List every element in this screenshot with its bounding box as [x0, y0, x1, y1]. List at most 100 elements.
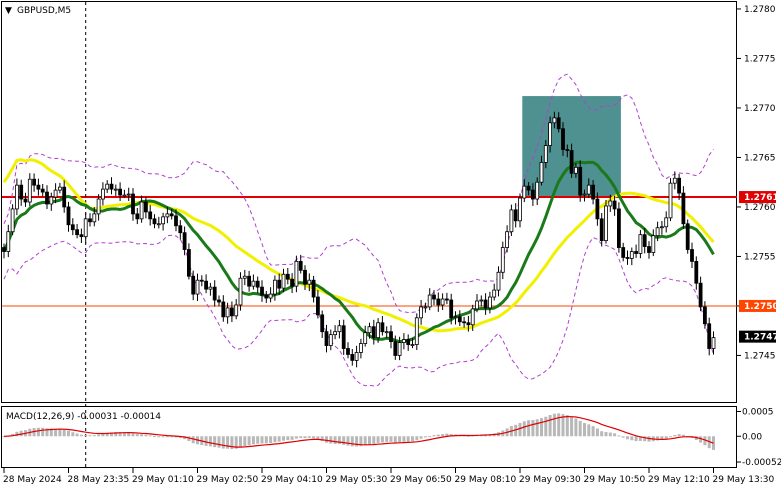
- candle-body: [401, 339, 406, 343]
- candlestick: [255, 276, 260, 294]
- candle-body: [625, 257, 630, 259]
- macd-histogram-bar: [273, 436, 277, 443]
- macd-histogram-bar: [522, 421, 526, 437]
- candlestick: [113, 184, 118, 197]
- candlestick: [346, 342, 350, 359]
- macd-histogram-bar: [548, 415, 552, 437]
- candle-body: [449, 299, 454, 319]
- macd-histogram-bar: [294, 436, 298, 439]
- candle-body: [135, 213, 140, 220]
- candle-body: [88, 218, 92, 223]
- candlestick: [333, 325, 338, 340]
- macd-histogram-bar: [441, 434, 445, 437]
- candle-body: [432, 294, 436, 300]
- candlestick: [444, 292, 449, 305]
- macd-histogram-bar: [247, 436, 251, 446]
- candle-body: [152, 218, 157, 225]
- candlestick: [337, 319, 342, 339]
- candlestick: [62, 180, 67, 213]
- chart-canvas[interactable]: 0.0005 0.00 -0.00052 1.2780 1.2775 1.2770 1.2…: [0, 0, 781, 489]
- candle-body: [617, 208, 621, 248]
- candlestick: [45, 185, 49, 210]
- macd-histogram-bar: [608, 432, 612, 437]
- macd-histogram-bar: [681, 434, 685, 437]
- candle-body: [668, 182, 673, 219]
- candle-body: [298, 260, 303, 271]
- time-axis-label: 29 May 02:50: [197, 475, 259, 485]
- candlestick: [698, 276, 703, 312]
- candle-body: [406, 339, 411, 345]
- candle-body: [384, 331, 389, 334]
- macd-histogram-bar: [419, 436, 423, 439]
- candle-body: [350, 354, 355, 361]
- candlestick: [505, 225, 510, 253]
- candle-body: [186, 249, 191, 277]
- candle-body: [229, 307, 234, 317]
- macd-histogram-bar: [157, 436, 161, 438]
- symbol-title[interactable]: ▼ GBPUSD,M5: [5, 6, 71, 16]
- candle-body: [414, 317, 419, 345]
- macd-histogram-bar: [669, 436, 672, 438]
- macd-histogram-bar: [312, 436, 316, 439]
- macd-histogram-bar: [84, 434, 88, 437]
- macd-histogram-bar: [350, 436, 354, 447]
- macd-histogram-bar: [226, 436, 230, 449]
- candle-body: [376, 322, 381, 339]
- candle-body: [578, 166, 583, 196]
- candlestick: [212, 280, 217, 307]
- candlestick: [178, 220, 183, 240]
- candlestick: [247, 270, 252, 292]
- macd-histogram-bar: [282, 436, 285, 441]
- candlestick: [401, 333, 406, 350]
- macd-histogram-bar: [88, 435, 92, 437]
- horizontal-levels-layer: [2, 196, 737, 307]
- candlestick: [621, 242, 626, 262]
- macd-histogram-bar: [239, 436, 242, 448]
- macd-histogram-bar: [62, 429, 66, 437]
- symbol-menu-icon[interactable]: ▼: [5, 6, 12, 16]
- candle-body: [698, 282, 703, 308]
- candle-body: [556, 117, 561, 130]
- candlestick: [509, 204, 514, 237]
- candle-body: [604, 205, 608, 242]
- candle-body: [591, 184, 595, 200]
- candle-body: [178, 225, 183, 234]
- candlestick: [453, 311, 458, 325]
- macd-histogram-bar: [535, 419, 539, 437]
- macd-histogram-bar: [67, 430, 70, 437]
- candle-body: [500, 247, 505, 273]
- candle-body: [251, 280, 256, 287]
- macd-histogram-bar: [264, 436, 268, 444]
- candlestick: [647, 241, 651, 259]
- candlestick: [40, 183, 45, 197]
- candle-body: [70, 224, 75, 231]
- candle-body: [212, 286, 217, 301]
- candle-body: [83, 218, 88, 238]
- macd-histogram-bar: [565, 415, 569, 437]
- candle-body: [225, 307, 230, 318]
- candle-body: [195, 279, 200, 295]
- candlestick: [290, 273, 295, 294]
- candle-body: [664, 217, 669, 228]
- time-axis-label: 29 May 01:10: [132, 475, 194, 485]
- candle-body: [191, 275, 196, 295]
- macd-histogram-bar: [342, 436, 346, 445]
- candle-body: [694, 260, 699, 284]
- candlestick: [58, 182, 62, 194]
- macd-histogram-bar: [307, 436, 311, 438]
- candlestick: [685, 219, 690, 254]
- candlestick: [131, 188, 135, 221]
- candle-body: [174, 215, 178, 227]
- price-axis-tick-label: 1.2770: [744, 104, 776, 114]
- price-axis-tick-label: 1.2780: [744, 5, 776, 15]
- candlestick: [690, 242, 694, 268]
- macd-histogram-bar: [372, 436, 376, 444]
- candle-body: [148, 211, 153, 220]
- candlestick: [148, 205, 153, 226]
- macd-histogram-bar: [591, 426, 595, 437]
- candlestick: [513, 203, 518, 228]
- macd-histogram-bar: [363, 436, 367, 446]
- trading-terminal-chart-window[interactable]: 0.0005 0.00 -0.00052 1.2780 1.2775 1.2770 1.2…: [0, 0, 781, 489]
- macd-histogram-bar: [165, 436, 169, 438]
- candle-body: [453, 316, 458, 319]
